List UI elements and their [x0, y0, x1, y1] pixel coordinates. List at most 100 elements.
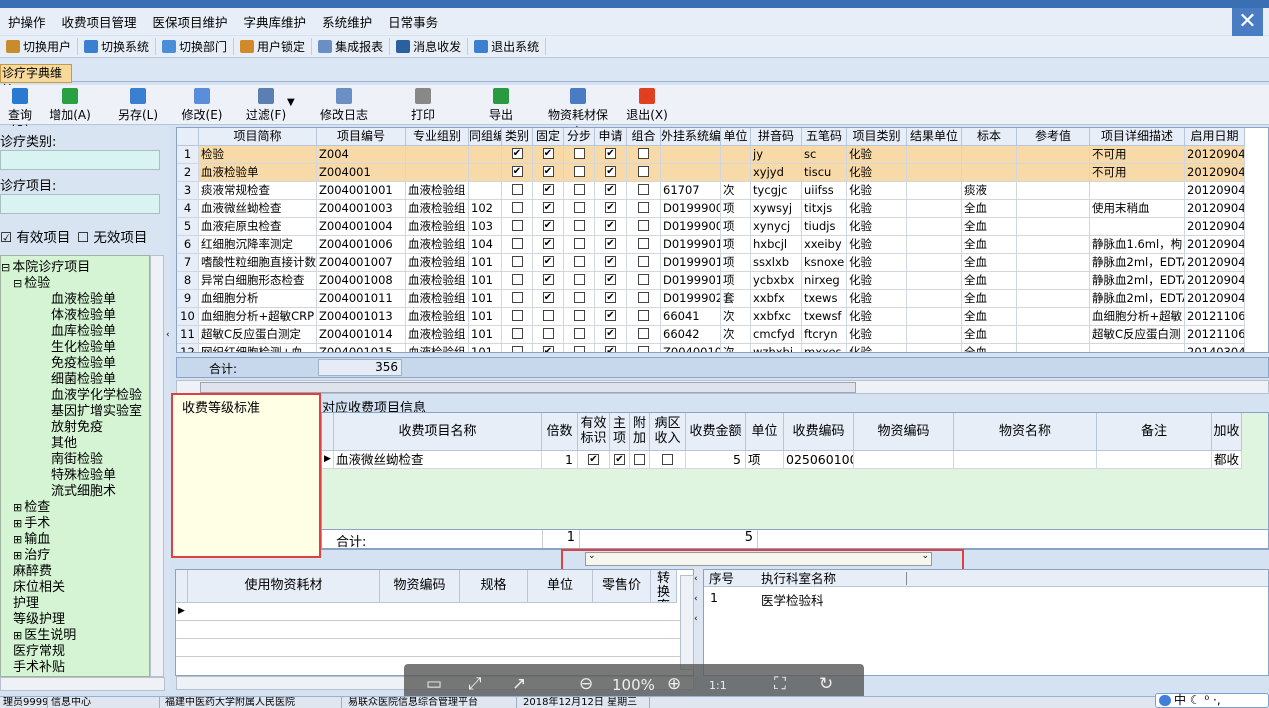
toolbar-action[interactable]: 修改日志 [316, 88, 372, 122]
fee-column-header[interactable]: 主项 [610, 413, 630, 451]
grid-cell[interactable] [469, 146, 502, 164]
checkbox[interactable] [511, 274, 523, 285]
grid-cell[interactable]: 血液检验组 [406, 308, 469, 326]
material-row[interactable] [176, 621, 681, 639]
column-header[interactable]: 外挂系统编 [661, 128, 721, 146]
grid-cell[interactable]: 项 [721, 218, 751, 236]
fee-cell[interactable] [954, 451, 1097, 469]
column-header[interactable]: 启用日期 [1185, 128, 1245, 146]
grid-cell[interactable] [962, 164, 1017, 182]
grid-cell[interactable]: ycbxbx [751, 272, 802, 290]
checkbox[interactable]: ✔ [542, 238, 554, 249]
grid-cell[interactable] [1017, 218, 1090, 236]
toolbar-action[interactable]: 打印 [408, 88, 438, 122]
checkbox[interactable]: ✔ [511, 166, 523, 177]
menu-item[interactable]: 医保项目维护 [145, 12, 236, 31]
rotate-icon[interactable]: ↻ [819, 674, 833, 694]
grid-cell[interactable]: tiscu [802, 164, 847, 182]
menu-item[interactable]: 收费项目管理 [54, 12, 145, 31]
row-number[interactable]: 11 [177, 326, 199, 344]
splitter-handle[interactable]: ⌄ ⌄ [585, 552, 932, 566]
fee-column-header[interactable]: 备注 [1097, 413, 1212, 451]
checkbox[interactable] [573, 346, 585, 352]
grid-cell[interactable] [1090, 344, 1185, 352]
toolbar-button[interactable]: 切换部门 [156, 38, 235, 55]
grid-hscroll-thumb[interactable] [200, 382, 856, 393]
checkbox[interactable] [511, 292, 523, 303]
grid-cell[interactable]: 使用末稍血 [1090, 200, 1185, 218]
grid-cell[interactable] [907, 254, 962, 272]
column-header[interactable]: 类别 [502, 128, 533, 146]
grid-cell[interactable]: 血液微丝蚴检查 [199, 200, 317, 218]
grid-cell[interactable]: 项 [721, 236, 751, 254]
grid-cell[interactable] [907, 218, 962, 236]
checkbox[interactable] [638, 166, 649, 177]
grid-cell[interactable]: 20120904 [1185, 164, 1245, 182]
grid-cell[interactable]: 血液检验组 [406, 218, 469, 236]
checkbox[interactable] [511, 238, 523, 249]
grid-cell[interactable]: 红细胞沉降率测定 [199, 236, 317, 254]
grid-cell[interactable]: 血细胞分析+超敏 [1090, 308, 1185, 326]
toolbar-action[interactable]: 增加(A) [48, 88, 92, 122]
row-number[interactable]: 10 [177, 308, 199, 326]
grid-cell[interactable]: 次 [721, 308, 751, 326]
grid-cell[interactable]: 20120904 [1185, 272, 1245, 290]
grid-cell[interactable]: 全血 [962, 344, 1017, 352]
checkbox[interactable] [511, 202, 523, 213]
grid-cell[interactable]: 20140304 [1185, 344, 1245, 352]
checkbox[interactable] [573, 148, 585, 159]
grid-cell[interactable]: tiudjs [802, 218, 847, 236]
checkbox[interactable] [573, 184, 585, 195]
valid-filter[interactable]: ☑ 有效项目 [0, 226, 70, 246]
checkbox[interactable] [638, 220, 649, 231]
grid-cell[interactable]: wzhxbj [751, 344, 802, 352]
column-header[interactable]: 拼音码 [751, 128, 802, 146]
checkbox[interactable] [511, 328, 523, 339]
grid-cell[interactable] [907, 326, 962, 344]
grid-cell[interactable]: Z004001015 [317, 344, 406, 352]
fee-column-header[interactable]: 物资编码 [854, 413, 954, 451]
grid-cell[interactable]: D0199901 [661, 272, 721, 290]
material-column-header[interactable]: 零售价 [593, 570, 651, 603]
grid-cell[interactable]: 全血 [962, 254, 1017, 272]
grid-cell[interactable] [1017, 182, 1090, 200]
grid-cell[interactable] [661, 146, 721, 164]
material-row[interactable] [176, 639, 681, 657]
grid-cell[interactable]: 102 [469, 200, 502, 218]
checkbox[interactable] [638, 184, 649, 195]
checkbox[interactable]: ✔ [542, 256, 554, 267]
column-header[interactable]: 组合 [627, 128, 661, 146]
zoom-in-icon[interactable]: ⊕ [667, 674, 681, 694]
column-header[interactable]: 固定 [533, 128, 564, 146]
fit-screen-icon[interactable]: ⛶ [774, 674, 786, 694]
grid-cell[interactable] [907, 182, 962, 200]
checkbox[interactable]: ✔ [542, 166, 554, 177]
checkbox[interactable]: ✔ [614, 454, 625, 465]
grid-cell[interactable] [907, 308, 962, 326]
dept-cell[interactable]: 1 [710, 590, 718, 605]
column-header[interactable]: 标本 [962, 128, 1017, 146]
grid-cell[interactable] [1017, 272, 1090, 290]
grid-cell[interactable]: 异常白细胞形态检查 [199, 272, 317, 290]
grid-cell[interactable]: 化验 [847, 326, 907, 344]
dept-column-header[interactable]: 执行科室名称 [761, 572, 907, 585]
fee-column-header[interactable]: 单位 [746, 413, 784, 451]
grid-cell[interactable]: 66042 [661, 326, 721, 344]
zoom-out-icon[interactable]: ⊖ [579, 674, 593, 694]
grid-cell[interactable] [1017, 344, 1090, 352]
grid-cell[interactable]: Z004001003 [317, 200, 406, 218]
column-header[interactable]: 专业组别 [406, 128, 469, 146]
grid-cell[interactable]: xywsyj [751, 200, 802, 218]
toolbar-button[interactable]: 退出系统 [468, 38, 547, 55]
menu-item[interactable]: 系统维护 [314, 12, 380, 31]
fee-cell[interactable]: 5 [686, 451, 746, 469]
row-number[interactable]: 6 [177, 236, 199, 254]
column-header[interactable]: 分步 [564, 128, 595, 146]
material-scrollbar[interactable] [680, 575, 694, 670]
column-header[interactable]: 项目类别 [847, 128, 907, 146]
grid-cell[interactable] [907, 272, 962, 290]
grid-cell[interactable]: 101 [469, 308, 502, 326]
dept-column-header[interactable]: 序号 [709, 572, 759, 585]
grid-cell[interactable]: Z004001008 [317, 272, 406, 290]
grid-cell[interactable]: tycgjc [751, 182, 802, 200]
